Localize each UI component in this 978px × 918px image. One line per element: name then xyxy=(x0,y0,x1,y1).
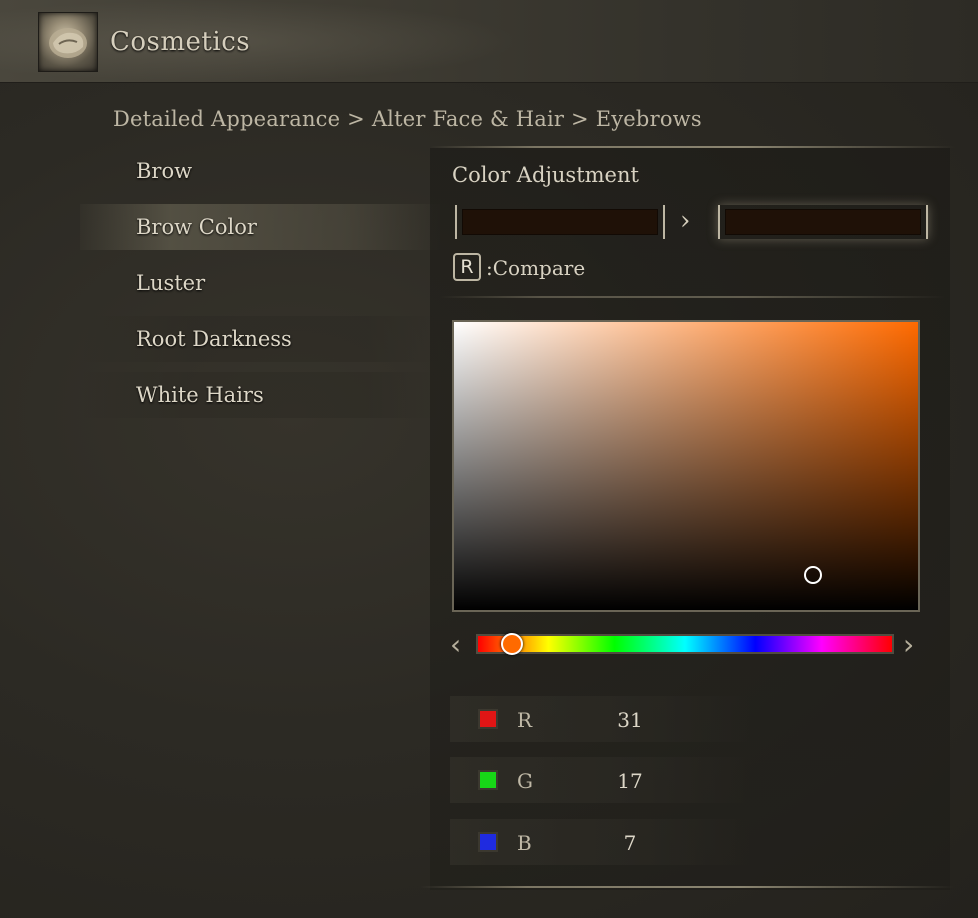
channel-value: 17 xyxy=(617,769,643,793)
app-title: Cosmetics xyxy=(110,27,251,57)
face-appearance-icon xyxy=(38,12,98,72)
channel-label: G xyxy=(517,769,533,793)
picker-cursor[interactable] xyxy=(804,566,822,584)
channel-row-blue[interactable]: B 7 xyxy=(450,819,750,865)
panel-bottom-divider xyxy=(420,886,955,888)
previous-color-fill xyxy=(462,209,658,235)
channel-row-red[interactable]: R 31 xyxy=(450,696,750,742)
current-color-swatch xyxy=(718,205,928,239)
red-channel-icon xyxy=(478,709,498,729)
blue-channel-icon xyxy=(478,832,498,852)
previous-color-swatch xyxy=(455,205,665,239)
menu-item-label: Brow xyxy=(136,159,193,183)
current-color-fill xyxy=(725,209,921,235)
hue-slider[interactable] xyxy=(476,634,894,654)
menu-item-brow[interactable]: Brow xyxy=(80,148,440,194)
channel-label: R xyxy=(517,708,533,732)
chevron-left-icon[interactable]: ‹ xyxy=(450,628,461,661)
color-adjustment-title: Color Adjustment xyxy=(452,163,639,187)
r-key-icon[interactable]: R xyxy=(453,253,481,281)
breadcrumb: Detailed Appearance > Alter Face & Hair … xyxy=(113,107,702,131)
menu-item-label: Brow Color xyxy=(136,215,257,239)
channel-row-green[interactable]: G 17 xyxy=(450,757,750,803)
green-channel-icon xyxy=(478,770,498,790)
panel-top-divider xyxy=(430,146,955,148)
channel-label: B xyxy=(517,831,532,855)
chevron-right-icon: › xyxy=(680,206,691,236)
panel-mid-divider xyxy=(440,296,945,298)
menu-item-label: White Hairs xyxy=(136,383,264,407)
menu-item-root-darkness[interactable]: Root Darkness xyxy=(80,316,440,362)
hue-slider-thumb[interactable] xyxy=(501,633,523,655)
channel-value: 31 xyxy=(617,708,643,732)
compare-label: :Compare xyxy=(486,256,586,280)
menu-item-brow-color[interactable]: Brow Color xyxy=(80,204,440,250)
chevron-right-icon[interactable]: › xyxy=(903,628,914,661)
channel-value: 7 xyxy=(623,831,637,855)
saturation-value-picker[interactable] xyxy=(452,320,920,612)
menu-item-label: Root Darkness xyxy=(136,327,292,351)
menu-item-label: Luster xyxy=(136,271,206,295)
menu-item-white-hairs[interactable]: White Hairs xyxy=(80,372,440,418)
menu-item-luster[interactable]: Luster xyxy=(80,260,440,306)
